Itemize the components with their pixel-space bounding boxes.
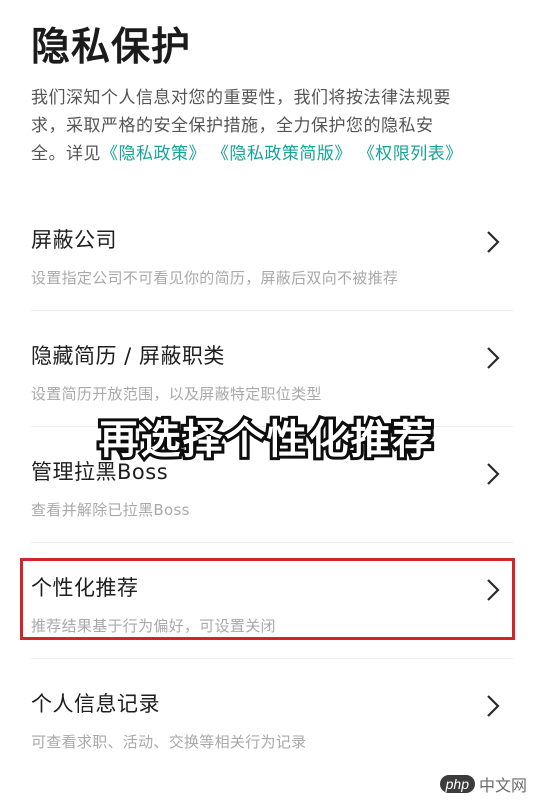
row-subtitle: 设置简历开放范围，以及屏蔽特定职位类型 <box>31 385 322 403</box>
watermark-badge: php <box>439 775 475 793</box>
watermark: php 中文网 <box>439 772 527 796</box>
page-header: 隐私保护 我们深知个人信息对您的重要性，我们将按法律法规要 求，采取严格的安全保… <box>31 22 511 168</box>
chevron-right-icon <box>487 347 500 369</box>
privacy-policy-link[interactable]: 《隐私政策》 <box>101 144 206 164</box>
row-title: 屏蔽公司 <box>31 228 117 252</box>
row-subtitle: 设置指定公司不可看见你的简历，屏蔽后双向不被推荐 <box>31 269 399 287</box>
chevron-right-icon <box>487 695 500 717</box>
row-personal-info-records[interactable]: 个人信息记录 可查看求职、活动、交换等相关行为记录 <box>0 672 533 788</box>
chevron-right-icon <box>487 231 500 253</box>
highlight-box <box>20 558 515 640</box>
page-title: 隐私保护 <box>31 25 192 70</box>
divider <box>31 658 513 659</box>
row-title: 隐藏简历 / 屏蔽职类 <box>31 344 225 368</box>
privacy-policy-summary-link[interactable]: 《隐私政策简版》 <box>212 144 352 164</box>
permission-list-link[interactable]: 《权限列表》 <box>358 144 463 164</box>
description-line: 全。详见《隐私政策》 《隐私政策简版》 《权限列表》 <box>31 140 511 168</box>
privacy-description: 我们深知个人信息对您的重要性，我们将按法律法规要 求，采取严格的安全保护措施，全… <box>31 84 511 168</box>
divider <box>31 542 513 543</box>
row-block-company[interactable]: 屏蔽公司 设置指定公司不可看见你的简历，屏蔽后双向不被推荐 <box>0 208 533 324</box>
description-line: 我们深知个人信息对您的重要性，我们将按法律法规要 <box>31 88 451 108</box>
chevron-right-icon <box>487 463 500 485</box>
row-title: 个人信息记录 <box>31 692 160 716</box>
row-subtitle: 可查看求职、活动、交换等相关行为记录 <box>31 733 307 751</box>
divider <box>31 310 513 311</box>
watermark-text: 中文网 <box>478 776 527 795</box>
description-line: 求，采取严格的安全保护措施，全力保护您的隐私安 <box>31 116 434 136</box>
description-prefix: 全。详见 <box>31 144 101 164</box>
overlay-caption: 再选择个性化推荐 <box>96 414 436 466</box>
row-subtitle: 查看并解除已拉黑Boss <box>31 501 190 519</box>
